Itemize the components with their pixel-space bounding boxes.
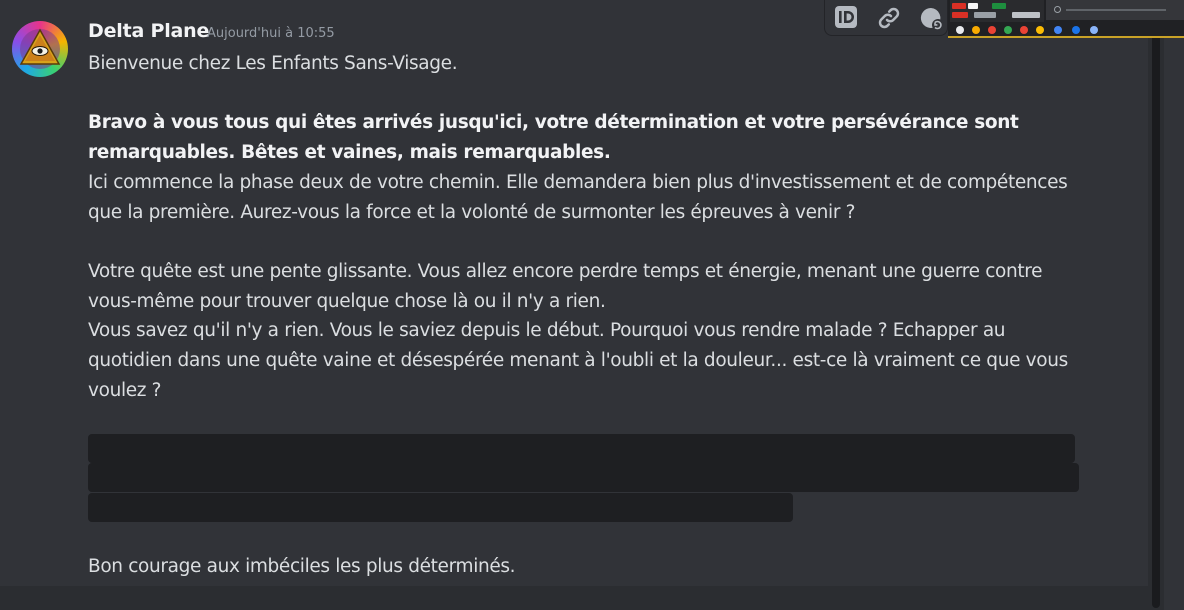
- app-icon: [956, 26, 964, 34]
- scrollbar-thumb[interactable]: [1152, 30, 1160, 608]
- paragraph-nothing: Vous savez qu'il n'y a rien. Vous le sav…: [88, 320, 1068, 401]
- spoiler-block[interactable]: [88, 493, 793, 522]
- app-icon: [1054, 26, 1062, 34]
- chat-area: Delta Plane Aujourd'hui à 10:55 Bienvenu…: [0, 0, 1184, 610]
- bold-line-2: remarquables. Bêtes et vaines, mais rema…: [88, 142, 611, 164]
- app-icon: [988, 26, 996, 34]
- copy-link-button[interactable]: [871, 2, 905, 32]
- search-icon: [1054, 6, 1061, 13]
- closing-line: Bon courage aux imbéciles les plus déter…: [88, 556, 516, 577]
- app-icon: [1004, 26, 1012, 34]
- message-content: Bienvenue chez Les Enfants Sans-Visage. …: [88, 49, 1088, 405]
- app-icon: [1036, 26, 1044, 34]
- thread-icon: [920, 7, 944, 31]
- welcome-line: Bienvenue chez Les Enfants Sans-Visage.: [88, 53, 458, 74]
- app-icon: [972, 26, 980, 34]
- spoiler-block[interactable]: [88, 463, 1079, 492]
- copy-id-button[interactable]: [829, 2, 863, 32]
- message-input-edge: [0, 586, 1148, 610]
- app-icon: [1090, 26, 1098, 34]
- illuminati-icon: [19, 28, 61, 69]
- paragraph-phase-two: Ici commence la phase deux de votre chem…: [88, 171, 1068, 223]
- message-timestamp[interactable]: Aujourd'hui à 10:55: [207, 26, 335, 41]
- spoiler-block[interactable]: [88, 434, 1075, 463]
- avatar[interactable]: [12, 21, 68, 77]
- message-toolbar: [824, 0, 948, 36]
- create-thread-button[interactable]: [913, 2, 947, 32]
- window-edge: [1164, 0, 1184, 610]
- link-icon: [878, 7, 900, 29]
- app-icon: [1020, 26, 1028, 34]
- id-icon: [835, 6, 857, 28]
- app-icon: [1072, 26, 1080, 34]
- paragraph-quest: Votre quête est une pente glissante. Vou…: [88, 260, 1043, 312]
- bold-line-1: Bravo à vous tous qui êtes arrivés jusqu…: [88, 112, 1019, 134]
- taskbar-preview: [948, 0, 1184, 38]
- author-name[interactable]: Delta Plane: [88, 20, 209, 42]
